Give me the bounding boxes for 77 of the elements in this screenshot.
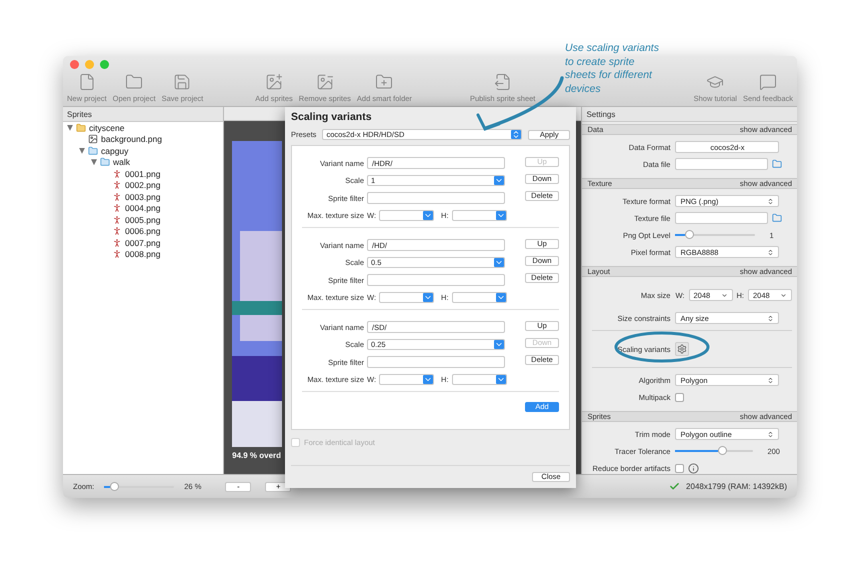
sprite-filter-field[interactable]	[367, 356, 505, 368]
tree-item-label[interactable]: 0004.png	[125, 203, 160, 214]
up-down-chevron-icon	[767, 314, 774, 322]
tree-item-label[interactable]: 0002.png	[125, 180, 160, 190]
folder-icon	[100, 157, 110, 168]
tree-item-label[interactable]: walk	[113, 157, 130, 168]
figure-icon	[112, 168, 122, 179]
panel-header: Settings	[582, 107, 797, 122]
checkbox[interactable]	[675, 392, 684, 402]
width-select[interactable]	[379, 374, 434, 385]
tree-item-label[interactable]: cityscene	[89, 122, 124, 133]
chevron-down-icon	[494, 340, 504, 349]
folder-icon	[76, 122, 86, 133]
chevron-down-icon	[423, 375, 434, 384]
chevron-down-icon	[720, 292, 728, 298]
image-plus-icon	[265, 73, 284, 91]
figure-icon	[112, 214, 122, 225]
tree-item-label[interactable]: 0001.png	[125, 168, 160, 179]
slider-thumb[interactable]	[685, 230, 694, 239]
figure-icon	[112, 180, 122, 190]
folder-icon	[88, 146, 98, 156]
tree-item-label[interactable]: background.png	[101, 134, 162, 144]
chevron-down-icon	[494, 258, 504, 267]
slider-thumb[interactable]	[110, 482, 119, 490]
tree-item-label[interactable]: 0005.png	[125, 214, 160, 225]
overdraw-text: 94.9 % overd	[232, 451, 282, 460]
document-arrow-icon	[494, 73, 512, 91]
file-path-field[interactable]	[675, 158, 768, 170]
chevron-down-icon	[496, 375, 506, 384]
chevron-down-icon	[496, 293, 506, 302]
figure-icon	[112, 226, 122, 236]
chevron-down-icon	[494, 176, 504, 185]
figure-icon	[112, 203, 122, 214]
sprite-filter-field[interactable]	[367, 274, 505, 286]
up-down-chevron-icon	[767, 198, 774, 204]
zoom-window-button[interactable]	[100, 60, 109, 69]
slider-thumb[interactable]	[718, 446, 728, 455]
info-icon[interactable]	[688, 462, 700, 474]
folder-icon	[125, 73, 144, 91]
width-select[interactable]	[379, 292, 434, 303]
up-down-chevron-icon	[767, 376, 774, 384]
figure-icon	[112, 192, 122, 202]
height-select[interactable]	[452, 292, 507, 303]
tree-item-label[interactable]: 0008.png	[125, 249, 160, 260]
folder-icon[interactable]	[772, 213, 782, 223]
check-icon	[669, 481, 680, 492]
figure-icon	[112, 238, 122, 248]
checkbox[interactable]	[675, 464, 684, 472]
dialog-title: Scaling variants	[291, 111, 373, 123]
up-down-chevron-icon	[767, 430, 774, 438]
tree-item-label[interactable]: capguy	[101, 146, 128, 156]
speech-bubble-icon	[758, 73, 777, 91]
image-minus-icon	[316, 73, 334, 91]
up-down-chevron-icon	[511, 130, 522, 139]
figure-icon	[112, 249, 122, 260]
folder-icon[interactable]	[772, 159, 782, 169]
new-file-icon	[78, 73, 96, 91]
height-select[interactable]	[452, 210, 507, 221]
width-select[interactable]	[379, 210, 434, 221]
chevron-down-icon	[423, 293, 434, 302]
status-text: 2048x1799 (RAM: 14392kB)	[686, 482, 787, 491]
chevron-down-icon	[496, 211, 506, 220]
tree-item-label[interactable]: 0006.png	[125, 226, 160, 236]
up-down-chevron-icon	[767, 248, 774, 256]
folder-plus-icon	[375, 73, 394, 91]
panel-header: Sprites	[63, 107, 224, 122]
tree-item-label[interactable]: 0007.png	[125, 238, 160, 248]
image-icon	[88, 134, 98, 144]
close-window-button[interactable]	[70, 60, 79, 69]
tree-item-label[interactable]: 0003.png	[125, 192, 160, 202]
chevron-down-icon	[780, 292, 787, 298]
height-select[interactable]	[452, 374, 507, 385]
annotation-note: Use scaling variants to create sprite sheets for different devices	[565, 42, 659, 96]
settings-button[interactable]	[675, 342, 690, 356]
sprite-filter-field[interactable]	[367, 192, 505, 204]
chevron-down-icon	[423, 211, 434, 220]
file-path-field[interactable]	[675, 212, 768, 224]
